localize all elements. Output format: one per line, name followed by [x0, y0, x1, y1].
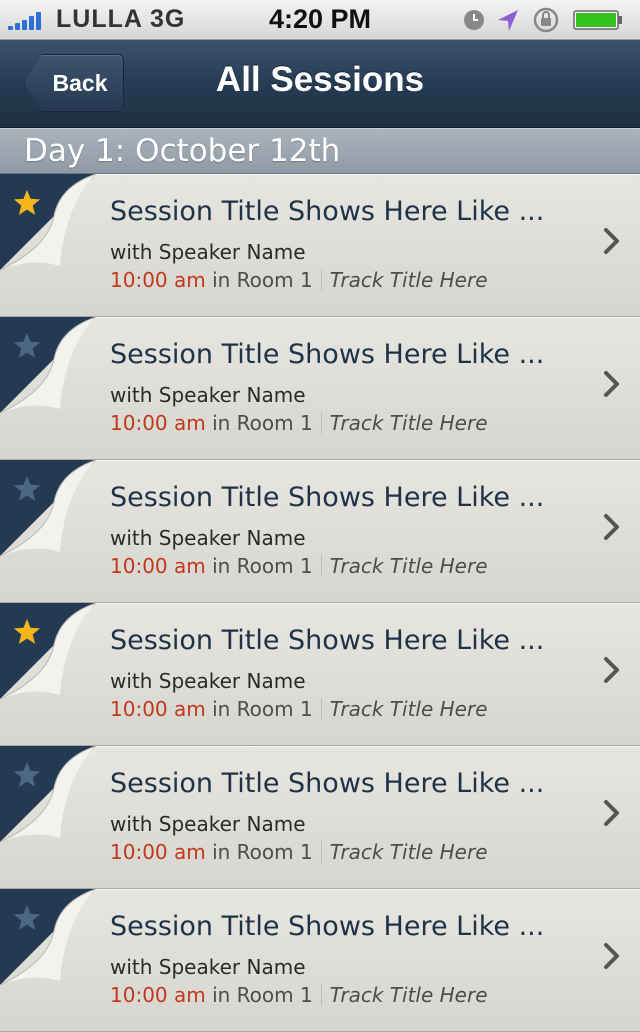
favorite-star-icon[interactable]: [12, 903, 42, 933]
status-icons: [460, 6, 630, 34]
favorite-star-icon[interactable]: [12, 474, 42, 504]
favorite-star-icon[interactable]: [12, 760, 42, 790]
session-speaker: with Speaker Name: [110, 526, 306, 550]
chevron-right-icon: [604, 657, 619, 683]
divider: [320, 412, 322, 434]
session-time: 10:00 am: [110, 268, 206, 292]
session-room: in Room 1: [212, 983, 313, 1007]
divider: [320, 984, 322, 1006]
session-time: 10:00 am: [110, 697, 206, 721]
session-track: Track Title Here: [329, 840, 488, 864]
session-title: Session Title Shows Here Like ...: [110, 625, 545, 656]
session-row[interactable]: Session Title Shows Here Like ... with S…: [0, 460, 640, 603]
session-speaker: with Speaker Name: [110, 955, 306, 979]
session-track: Track Title Here: [329, 554, 488, 578]
session-speaker: with Speaker Name: [110, 812, 306, 836]
chevron-right-icon: [604, 943, 619, 969]
session-time: 10:00 am: [110, 983, 206, 1007]
favorite-star-icon[interactable]: [12, 331, 42, 361]
session-room: in Room 1: [212, 554, 313, 578]
session-meta: 10:00 am in Room 1 Track Title Here: [110, 268, 488, 292]
favorite-star-icon[interactable]: [12, 188, 42, 218]
clock-icon: [464, 10, 484, 30]
session-row[interactable]: Session Title Shows Here Like ... with S…: [0, 889, 640, 1032]
session-track: Track Title Here: [329, 268, 488, 292]
session-meta: 10:00 am in Room 1 Track Title Here: [110, 983, 488, 1007]
chevron-right-icon: [604, 514, 619, 540]
rotation-lock-icon: [533, 7, 559, 33]
session-track: Track Title Here: [329, 983, 488, 1007]
session-track: Track Title Here: [329, 411, 488, 435]
session-list: Session Title Shows Here Like ... with S…: [0, 174, 640, 1032]
session-time: 10:00 am: [110, 411, 206, 435]
battery-level: [576, 13, 616, 27]
page-title: All Sessions: [215, 60, 425, 99]
divider: [320, 555, 322, 577]
session-time: 10:00 am: [110, 554, 206, 578]
session-meta: 10:00 am in Room 1 Track Title Here: [110, 554, 488, 578]
session-room: in Room 1: [212, 697, 313, 721]
session-title: Session Title Shows Here Like ...: [110, 768, 545, 799]
chevron-right-icon: [604, 371, 619, 397]
favorite-star-icon[interactable]: [12, 617, 42, 647]
session-room: in Room 1: [212, 840, 313, 864]
session-title: Session Title Shows Here Like ...: [110, 339, 545, 370]
session-room: in Room 1: [212, 411, 313, 435]
divider: [320, 841, 322, 863]
divider: [320, 269, 322, 291]
day-section-header: Day 1: October 12th: [0, 128, 640, 174]
battery-icon: [573, 10, 622, 30]
location-arrow-icon: [498, 10, 518, 31]
session-row[interactable]: Session Title Shows Here Like ... with S…: [0, 746, 640, 889]
session-time: 10:00 am: [110, 840, 206, 864]
session-meta: 10:00 am in Room 1 Track Title Here: [110, 697, 488, 721]
divider: [320, 698, 322, 720]
session-title: Session Title Shows Here Like ...: [110, 911, 545, 942]
session-room: in Room 1: [212, 268, 313, 292]
session-meta: 10:00 am in Room 1 Track Title Here: [110, 411, 488, 435]
session-row[interactable]: Session Title Shows Here Like ... with S…: [0, 174, 640, 317]
chevron-right-icon: [604, 800, 619, 826]
session-row[interactable]: Session Title Shows Here Like ... with S…: [0, 317, 640, 460]
session-speaker: with Speaker Name: [110, 669, 306, 693]
session-row[interactable]: Session Title Shows Here Like ... with S…: [0, 603, 640, 746]
session-title: Session Title Shows Here Like ...: [110, 196, 545, 227]
chevron-right-icon: [604, 228, 619, 254]
session-title: Session Title Shows Here Like ...: [110, 482, 545, 513]
session-meta: 10:00 am in Room 1 Track Title Here: [110, 840, 488, 864]
status-bar: LULLA 3G 4:20 PM: [0, 0, 640, 40]
session-speaker: with Speaker Name: [110, 240, 306, 264]
navigation-bar: Back All Sessions: [0, 40, 640, 128]
session-track: Track Title Here: [329, 697, 488, 721]
session-speaker: with Speaker Name: [110, 383, 306, 407]
